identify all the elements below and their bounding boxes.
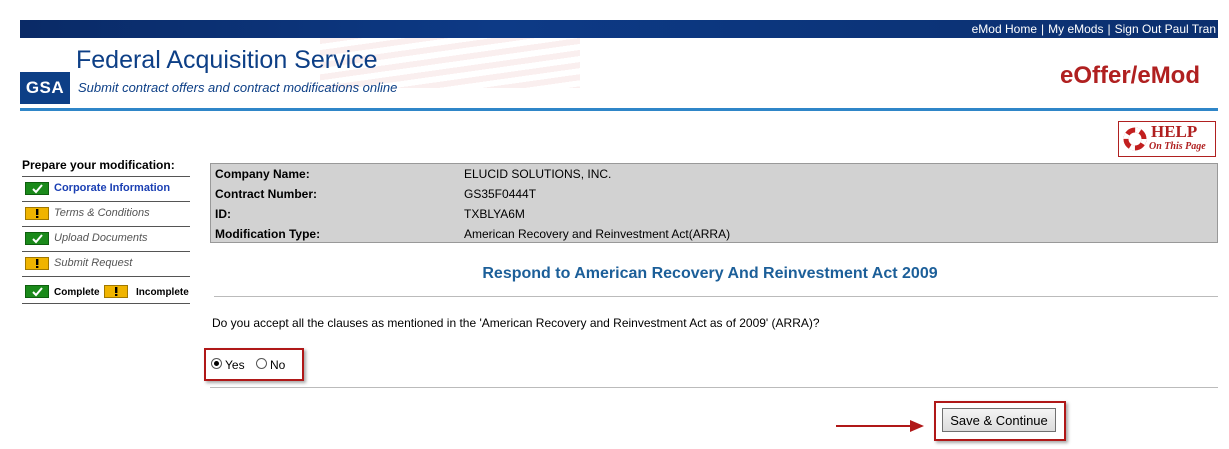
help-label: HELP [1151,122,1198,141]
info-key: Company Name: [215,167,310,181]
arrow-right-icon [836,420,924,432]
info-row-company: Company Name: ELUCID SOLUTIONS, INC. [211,164,1217,184]
legend-incomplete-label: Incomplete [136,287,189,298]
section-divider [214,296,1218,297]
info-value: American Recovery and Reinvestment Act(A… [464,227,731,241]
arra-question: Do you accept all the clauses as mention… [212,316,820,330]
status-legend: Complete Incomplete [22,277,190,304]
yes-label[interactable]: Yes [225,358,245,372]
progress-sidebar: Prepare your modification: Corporate Inf… [22,158,190,304]
check-icon [25,285,49,298]
sidebar-item-label[interactable]: Corporate Information [54,182,170,194]
section-title: Respond to American Recovery And Reinves… [482,265,938,282]
app-name: eOffer/eMod [1059,62,1200,89]
sidebar-item-terms-conditions[interactable]: Terms & Conditions [22,202,190,227]
sidebar-item-label[interactable]: Submit Request [54,257,132,269]
sidebar-item-label[interactable]: Upload Documents [54,232,148,244]
info-value: GS35F0444T [464,187,537,201]
top-nav-bar: eMod Home | My eMods | Sign Out Paul Tran [20,20,1218,38]
site-subtitle: Submit contract offers and contract modi… [78,80,398,95]
no-radio[interactable] [256,358,267,369]
sidebar-item-submit-request[interactable]: Submit Request [22,252,190,277]
info-value: ELUCID SOLUTIONS, INC. [464,167,612,181]
warning-icon [104,285,128,298]
sidebar-item-corporate-information[interactable]: Corporate Information [22,177,190,202]
site-title: Federal Acquisition Service [76,46,378,74]
info-key: Contract Number: [215,187,318,201]
help-sub-label: On This Page [1149,141,1206,152]
gsa-logo[interactable]: GSA [20,72,70,104]
check-icon [25,232,49,245]
save-continue-button[interactable]: Save & Continue [942,408,1056,432]
sidebar-item-upload-documents[interactable]: Upload Documents [22,227,190,252]
yes-radio[interactable] [211,358,222,369]
site-banner: GSA Federal Acquisition Service Submit c… [20,38,1218,106]
form-divider [210,387,1218,388]
warning-icon [25,257,49,270]
save-highlight: Save & Continue [934,401,1066,441]
link-separator: | [1107,22,1111,36]
warning-icon [25,207,49,220]
link-separator: | [1041,22,1045,36]
my-emods-link[interactable]: My eMods [1048,22,1103,36]
sign-out-link[interactable]: Sign Out Paul Tran [1115,22,1216,36]
info-row-modification-type: Modification Type: American Recovery and… [211,224,1217,244]
info-key: Modification Type: [215,227,321,241]
check-icon [25,182,49,195]
answer-radio-group: Yes No [204,348,304,381]
header-divider [20,108,1218,111]
info-row-contract-number: Contract Number: GS35F0444T [211,184,1217,204]
info-key: ID: [215,207,231,221]
help-button[interactable]: HELP On This Page [1118,121,1216,157]
life-ring-icon [1123,127,1147,151]
sidebar-item-label[interactable]: Terms & Conditions [54,207,150,219]
sidebar-title: Prepare your modification: [22,158,190,177]
no-label[interactable]: No [270,358,285,372]
info-row-id: ID: TXBLYA6M [211,204,1217,224]
contract-info-table: Company Name: ELUCID SOLUTIONS, INC. Con… [210,163,1218,243]
emod-home-link[interactable]: eMod Home [972,22,1037,36]
info-value: TXBLYA6M [464,207,525,221]
top-links: eMod Home | My eMods | Sign Out Paul Tran [972,22,1216,36]
legend-complete-label: Complete [54,287,100,298]
